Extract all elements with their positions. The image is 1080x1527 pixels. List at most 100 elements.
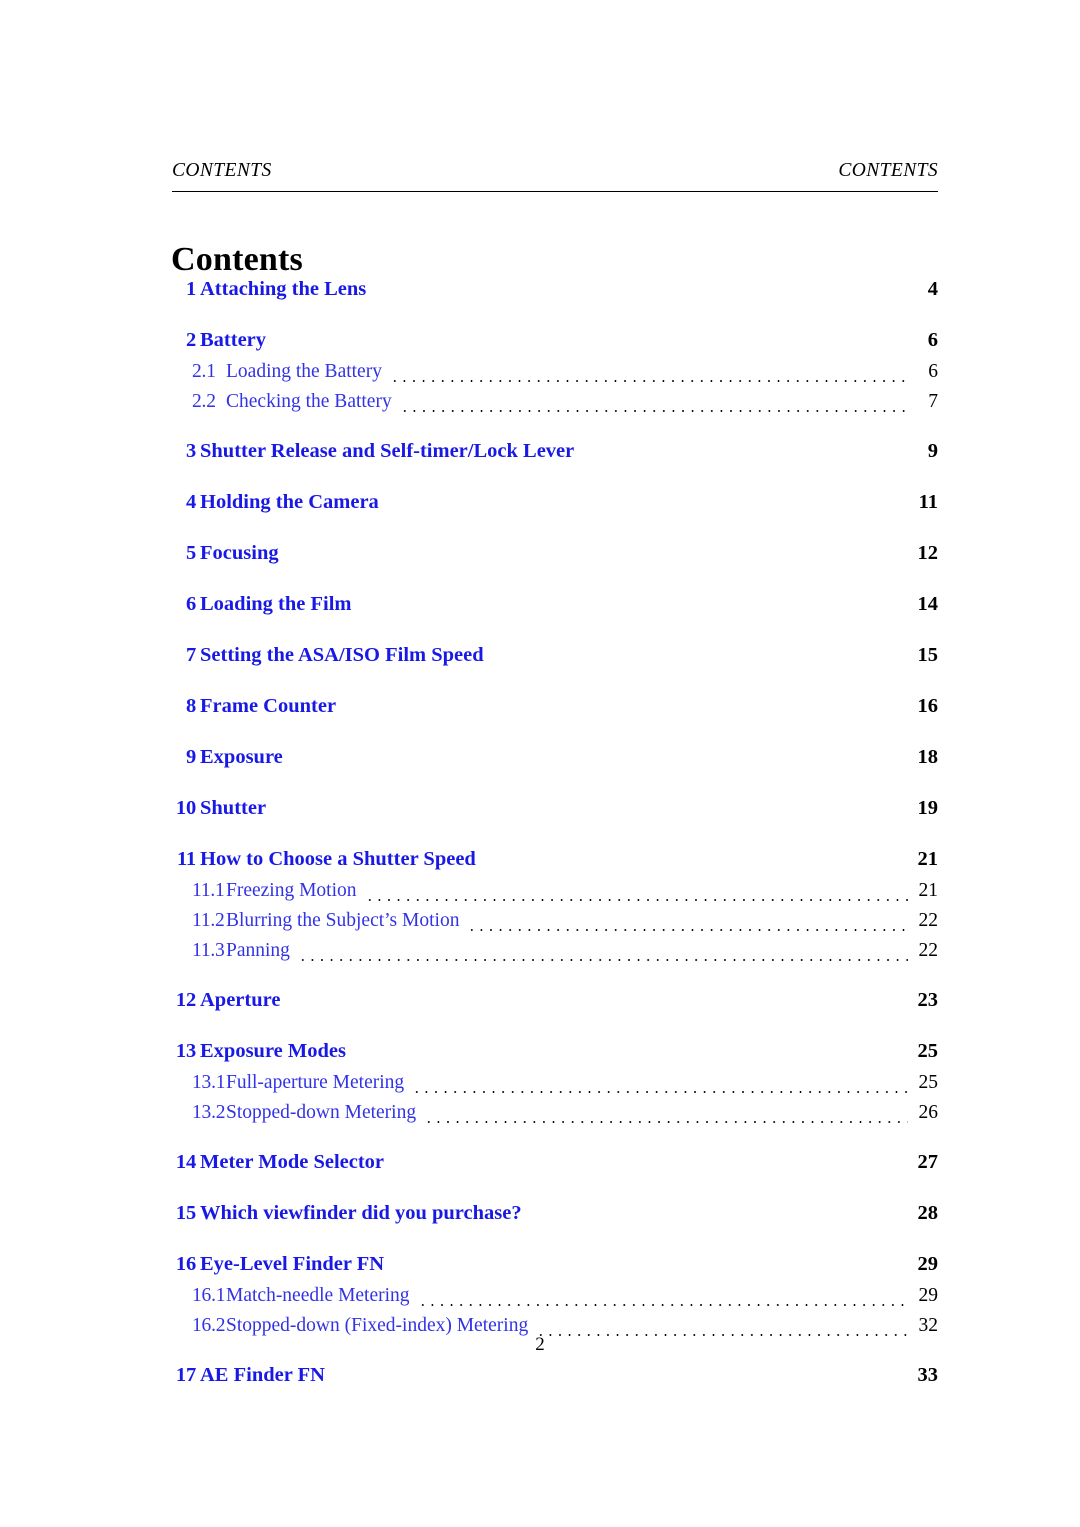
toc-leader-dots [417,1291,908,1311]
toc-entry-page-number: 25 [918,1072,939,1093]
toc-entry-number: 2.2 [192,391,216,412]
toc-entry-title[interactable]: How to Choose a Shutter Speed [196,848,476,871]
toc-section-row[interactable]: 7 Setting the ASA/ISO Film Speed 15 [166,644,938,672]
toc-entry-title[interactable]: Loading the Film [196,593,352,616]
toc-section-row[interactable]: 11 How to Choose a Shutter Speed 21 [166,848,938,876]
toc-entry-number: 11.3 [192,940,225,961]
running-header: CONTENTS CONTENTS [172,160,938,182]
toc-entry-page-number: 16 [917,695,939,717]
toc-entry-number: 2.1 [192,361,216,382]
toc-subsection-row[interactable]: 11.3 Panning 22 [166,940,938,966]
toc-entry-page-number: 12 [917,542,939,564]
toc-entry-page-number: 29 [918,1285,939,1306]
toc-entry-title[interactable]: Loading the Battery [222,361,382,383]
toc-subsection-row[interactable]: 11.1 Freezing Motion 21 [166,880,938,906]
toc-leader-dots [399,397,908,417]
toc-entry-number: 16 [175,1253,196,1275]
toc-entry-title[interactable]: Meter Mode Selector [196,1151,384,1174]
toc-entry-title[interactable]: Exposure [196,746,283,769]
toc-section-row[interactable]: 17 AE Finder FN 33 [166,1364,938,1392]
toc-entry-number: 1 [185,278,196,300]
toc-section-row[interactable]: 10 Shutter 19 [166,797,938,825]
toc-entry-number: 16.1 [192,1285,226,1306]
toc-entry-title[interactable]: Eye-Level Finder FN [196,1253,384,1276]
toc-entry-page-number: 29 [917,1253,939,1275]
toc-entry-number: 15 [175,1202,196,1224]
toc-entry-page-number: 11 [918,491,938,513]
toc-section-row[interactable]: 9 Exposure 18 [166,746,938,774]
toc-section-row[interactable]: 4 Holding the Camera 11 [166,491,938,519]
toc-section-row[interactable]: 12 Aperture 23 [166,989,938,1017]
toc-section-row[interactable]: 8 Frame Counter 16 [166,695,938,723]
toc-section-row[interactable]: 14 Meter Mode Selector 27 [166,1151,938,1179]
toc-entry-number: 9 [185,746,196,768]
toc-subsection-row[interactable]: 2.2 Checking the Battery 7 [166,391,938,417]
running-header-right: CONTENTS [838,160,938,181]
toc-entry-title[interactable]: Setting the ASA/ISO Film Speed [196,644,484,667]
toc-entry-title[interactable]: Aperture [196,989,280,1012]
toc-entry-title[interactable]: Blurring the Subject’s Motion [222,910,459,932]
toc-entry-number: 4 [185,491,196,513]
toc-entry-number: 3 [185,440,196,462]
toc-entry-title[interactable]: Which viewfinder did you purchase? [196,1202,522,1225]
document-page: CONTENTS CONTENTS Contents 1 Attaching th… [0,0,1080,1527]
table-of-contents: 1 Attaching the Lens 4 2 Battery 6 2.1 Loading … [166,278,938,1392]
toc-entry-title[interactable]: Checking the Battery [222,391,392,413]
page-title: Contents [171,240,303,278]
toc-entry-number: 13.1 [192,1072,226,1093]
toc-leader-dots [389,367,908,387]
toc-section-row[interactable]: 5 Focusing 12 [166,542,938,570]
toc-entry-title[interactable]: Attaching the Lens [196,278,366,301]
toc-entry-title[interactable]: Shutter Release and Self-timer/Lock Leve… [196,440,574,463]
header-rule [172,191,938,193]
toc-entry-page-number: 25 [917,1040,939,1062]
toc-entry-page-number: 27 [917,1151,939,1173]
toc-section-row[interactable]: 3 Shutter Release and Self-timer/Lock Lev… [166,440,938,468]
toc-entry-page-number: 6 [928,361,938,382]
toc-entry-page-number: 22 [918,940,939,961]
toc-entry-title[interactable]: Holding the Camera [196,491,379,514]
toc-section-row[interactable]: 6 Loading the Film 14 [166,593,938,621]
toc-entry-title[interactable]: Shutter [196,797,266,820]
toc-section-row[interactable]: 16 Eye-Level Finder FN 29 [166,1253,938,1281]
toc-entry-title[interactable]: Full-aperture Metering [222,1072,404,1094]
toc-section-row[interactable]: 2 Battery 6 [166,329,938,357]
toc-section-row[interactable]: 13 Exposure Modes 25 [166,1040,938,1068]
toc-entry-number: 11.1 [192,880,225,901]
toc-entry-number: 2 [185,329,196,351]
toc-subsection-row[interactable]: 2.1 Loading the Battery 6 [166,361,938,387]
toc-entry-title[interactable]: Exposure Modes [196,1040,346,1063]
toc-entry-title[interactable]: Battery [196,329,266,352]
toc-subsection-row[interactable]: 11.2 Blurring the Subject’s Motion 22 [166,910,938,936]
toc-entry-number: 5 [185,542,196,564]
toc-entry-number: 10 [175,797,196,819]
toc-leader-dots [297,946,908,966]
toc-entry-number: 14 [175,1151,196,1173]
toc-entry-page-number: 21 [917,848,939,870]
toc-subsection-row[interactable]: 13.2 Stopped-down Metering 26 [166,1102,938,1128]
toc-entry-page-number: 6 [927,329,938,351]
toc-entry-title[interactable]: Panning [222,940,290,962]
toc-subsection-row[interactable]: 13.1 Full-aperture Metering 25 [166,1072,938,1098]
toc-leader-dots [364,886,908,906]
toc-section-row[interactable]: 15 Which viewfinder did you purchase? 28 [166,1202,938,1230]
toc-entry-title[interactable]: AE Finder FN [196,1364,325,1387]
toc-entry-page-number: 15 [917,644,939,666]
toc-entry-page-number: 4 [927,278,938,300]
toc-entry-number: 7 [185,644,196,666]
toc-section-row[interactable]: 1 Attaching the Lens 4 [166,278,938,306]
toc-entry-number: 12 [175,989,196,1011]
toc-entry-title[interactable]: Frame Counter [196,695,336,718]
running-header-left: CONTENTS [172,160,272,181]
toc-entry-number: 6 [185,593,196,615]
toc-entry-title[interactable]: Focusing [196,542,279,565]
toc-entry-title[interactable]: Match-needle Metering [222,1285,410,1307]
toc-entry-page-number: 14 [917,593,939,615]
toc-entry-number: 11 [177,848,196,870]
toc-subsection-row[interactable]: 16.1 Match-needle Metering 29 [166,1285,938,1311]
toc-entry-title[interactable]: Stopped-down Metering [222,1102,416,1124]
toc-entry-title[interactable]: Freezing Motion [222,880,357,902]
toc-entry-page-number: 28 [917,1202,939,1224]
toc-entry-page-number: 18 [917,746,939,768]
toc-entry-number: 13 [175,1040,196,1062]
